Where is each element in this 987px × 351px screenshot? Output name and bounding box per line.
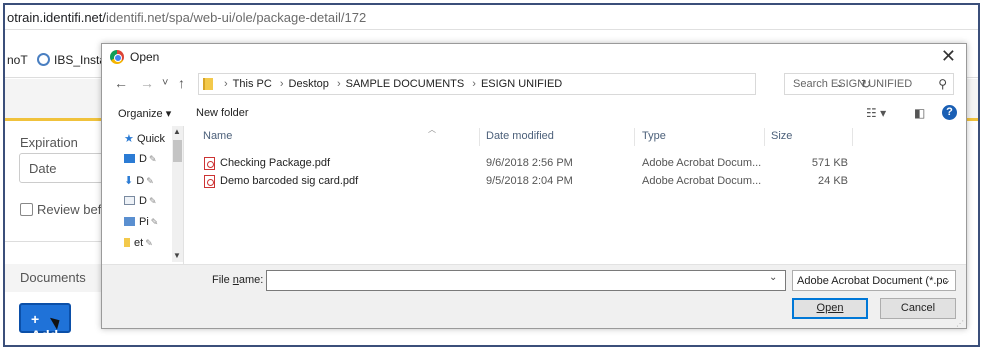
- open-file-dialog: Open ✕ ← → ˅ ↑ › This PC › Desktop › SAMPLE…: [101, 43, 967, 329]
- file-list: ︿ Name Date modified Type Size Checking …: [186, 125, 966, 264]
- file-date: 9/5/2018 2:04 PM: [486, 175, 573, 187]
- crumb-esign-unified[interactable]: ESIGN UNIFIED: [481, 78, 562, 90]
- file-type-select[interactable]: Adobe Acrobat Document (*.pc ⌄: [792, 270, 956, 291]
- file-name-label: File name:: [212, 274, 264, 286]
- up-arrow-icon[interactable]: ↑: [178, 75, 185, 91]
- close-button[interactable]: ✕: [941, 46, 956, 67]
- scroll-down-icon[interactable]: ▼: [173, 251, 181, 260]
- help-icon[interactable]: ?: [942, 105, 957, 120]
- scroll-up-icon[interactable]: ▲: [173, 127, 181, 136]
- documents-label: Documents: [20, 270, 86, 285]
- column-divider: [852, 128, 853, 146]
- bookmark-item[interactable]: IBS_Insta: [37, 53, 106, 67]
- column-header-type[interactable]: Type: [642, 130, 666, 142]
- organize-button[interactable]: Organize ▾: [118, 107, 171, 120]
- preview-pane-icon[interactable]: ◧: [914, 106, 925, 120]
- cancel-button[interactable]: Cancel: [880, 298, 956, 319]
- pin-icon: ✎: [145, 238, 153, 248]
- forward-arrow-icon[interactable]: →: [140, 75, 154, 91]
- folder-icon: [124, 238, 130, 247]
- crumb-sample-documents[interactable]: SAMPLE DOCUMENTS: [346, 78, 465, 90]
- tree-item-documents[interactable]: D ✎: [124, 195, 157, 207]
- chrome-icon: [110, 50, 124, 64]
- file-name-dropdown-icon[interactable]: ⌄: [769, 272, 777, 283]
- chevron-down-icon: ⌄: [942, 275, 951, 286]
- view-options-icon[interactable]: ☷ ▾: [866, 106, 886, 120]
- expiration-label: Expiration: [20, 135, 78, 150]
- address-bar[interactable]: otrain.identifi.net/identifi.net/spa/web…: [5, 5, 978, 30]
- bookmark-globe-icon: [37, 53, 50, 66]
- back-arrow-icon[interactable]: ←: [114, 75, 128, 91]
- open-button[interactable]: Open: [792, 298, 868, 319]
- pictures-icon: [124, 217, 135, 226]
- pin-icon: ✎: [150, 217, 159, 227]
- dialog-footer: File name: ⌄ Adobe Acrobat Document (*.p…: [102, 264, 966, 328]
- navigation-bar: ← → ˅ ↑ › This PC › Desktop › SAMPLE DOCUME…: [102, 72, 966, 96]
- file-type-value: Adobe Acrobat Document (*.pc: [797, 275, 949, 287]
- pin-icon: ✎: [146, 176, 154, 186]
- search-placeholder: Search ESIGN UNIFIED: [793, 78, 913, 90]
- file-row[interactable]: Checking Package.pdf 9/6/2018 2:56 PM Ad…: [186, 155, 946, 173]
- tree-item-desktop[interactable]: D ✎: [124, 153, 157, 165]
- breadcrumb[interactable]: › This PC › Desktop › SAMPLE DOCUMENTS › ESI…: [198, 73, 871, 95]
- recent-locations-icon[interactable]: ˅: [162, 77, 168, 89]
- file-size: 24 KB: [818, 175, 848, 187]
- dialog-titlebar[interactable]: Open ✕: [102, 44, 966, 70]
- crumb-desktop[interactable]: Desktop: [289, 78, 329, 90]
- review-label: Review befo: [37, 202, 109, 217]
- pin-icon: ✎: [148, 196, 157, 206]
- crumb-this-pc[interactable]: This PC: [233, 78, 272, 90]
- column-divider: [479, 128, 480, 146]
- browser-window: otrain.identifi.net/identifi.net/spa/web…: [3, 3, 980, 347]
- column-divider: [634, 128, 635, 146]
- scroll-thumb[interactable]: [173, 140, 182, 162]
- star-icon: ★: [124, 133, 134, 145]
- review-checkbox[interactable]: [20, 203, 33, 216]
- pin-icon: ✎: [148, 154, 157, 164]
- column-divider: [764, 128, 765, 146]
- file-date: 9/6/2018 2:56 PM: [486, 157, 573, 169]
- add-button[interactable]: + Add: [19, 303, 71, 343]
- column-header-date[interactable]: Date modified: [486, 130, 554, 142]
- tree-item-pictures[interactable]: Pi ✎: [124, 216, 158, 228]
- search-icon[interactable]: ⚲: [938, 77, 947, 91]
- tree-item-folder[interactable]: et ✎: [124, 237, 153, 249]
- document-icon: [124, 196, 135, 205]
- date-placeholder: Date: [29, 161, 57, 176]
- bookmark-item[interactable]: noT: [7, 53, 28, 67]
- file-size: 571 KB: [811, 157, 848, 169]
- dialog-toolbar: Organize ▾ New folder ☷ ▾ ◧ ?: [102, 102, 966, 126]
- column-header-name[interactable]: Name: [203, 130, 232, 142]
- search-input[interactable]: Search ESIGN UNIFIED ⚲: [784, 73, 954, 95]
- desktop-icon: [124, 154, 135, 163]
- new-folder-button[interactable]: New folder: [196, 107, 249, 119]
- url-text[interactable]: otrain.identifi.net/identifi.net/spa/web…: [7, 10, 366, 25]
- file-type: Adobe Acrobat Docum...: [642, 157, 762, 169]
- file-name: Checking Package.pdf: [220, 157, 331, 169]
- pdf-icon: [204, 157, 215, 170]
- expiration-date-field[interactable]: Date: [19, 153, 109, 183]
- divider: [5, 241, 105, 242]
- pdf-icon: [204, 175, 215, 188]
- tree-item-quick-access[interactable]: ★ Quick: [124, 132, 165, 145]
- file-name-input[interactable]: [266, 270, 786, 291]
- column-header-size[interactable]: Size: [771, 130, 792, 142]
- dialog-title: Open: [130, 50, 160, 64]
- file-row[interactable]: Demo barcoded sig card.pdf 9/5/2018 2:04…: [186, 173, 946, 191]
- tree-item-downloads[interactable]: ⬇ D ✎: [124, 174, 154, 187]
- navigation-pane: ★ Quick D ✎ ⬇ D ✎ D ✎ Pi ✎ et ✎ ▲ ▼: [102, 126, 184, 264]
- sort-indicator-icon: ︿: [428, 125, 436, 134]
- tree-scrollbar[interactable]: ▲ ▼: [172, 126, 183, 262]
- file-name: Demo barcoded sig card.pdf: [220, 175, 359, 187]
- resize-grip-icon[interactable]: ⋰: [956, 319, 964, 328]
- download-icon: ⬇: [124, 175, 134, 187]
- folder-icon: [203, 78, 213, 90]
- file-type: Adobe Acrobat Docum...: [642, 175, 762, 187]
